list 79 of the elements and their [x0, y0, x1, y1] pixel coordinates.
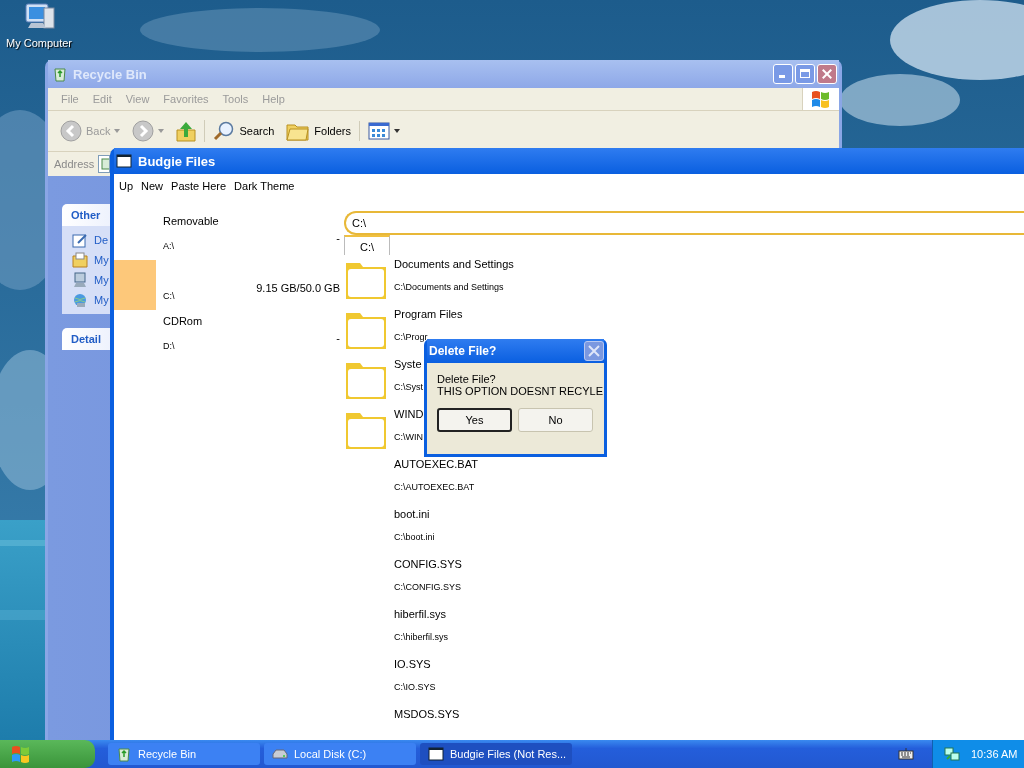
taskbar-button[interactable]: Recycle Bin: [108, 743, 260, 765]
panel-header[interactable]: Other: [62, 204, 110, 226]
taskbar-button[interactable]: Local Disk (C:): [264, 743, 416, 765]
file-path: C:\boot.ini: [394, 532, 435, 542]
minimize-button[interactable]: [773, 64, 793, 84]
drive-icon: [272, 748, 288, 760]
panel-header[interactable]: Detail: [62, 328, 110, 350]
drive-usage: 9.15 GB/50.0 GB: [256, 282, 341, 294]
file-path: C:\Syst: [394, 382, 423, 392]
caret-icon: [158, 129, 165, 133]
file-path: C:\IO.SYS: [394, 682, 436, 692]
folders-button[interactable]: Folders: [282, 121, 360, 141]
network-icon[interactable]: [943, 746, 961, 762]
windows-logo-icon: [10, 744, 32, 764]
file-name[interactable]: MSDOS.SYS: [394, 708, 460, 720]
start-button[interactable]: [0, 740, 95, 768]
up-folder-icon: [176, 120, 197, 142]
address-field[interactable]: [98, 155, 111, 173]
panel-link[interactable]: My: [94, 294, 109, 306]
search-icon: [213, 121, 236, 141]
window-title: Budgie Files: [138, 153, 216, 169]
windows-logo-icon: [810, 89, 832, 109]
recycle-bin-icon: [116, 746, 132, 762]
file-name[interactable]: Syste: [394, 358, 423, 370]
drive-name[interactable]: CDRom: [163, 315, 337, 329]
folder-icon: [72, 252, 88, 268]
path-field[interactable]: C:\: [344, 211, 1024, 235]
drive-path[interactable]: D:\: [163, 341, 337, 351]
menu-item[interactable]: Dark Theme: [234, 180, 295, 192]
drive-path[interactable]: C:\: [163, 291, 257, 301]
dialog-message: THIS OPTION DOESNT RECYLE: [437, 385, 604, 397]
close-button[interactable]: [584, 341, 604, 361]
drive-usage: -: [336, 232, 341, 244]
window-title: Recycle Bin: [73, 66, 148, 82]
address-label: Address: [54, 158, 95, 170]
menu-item[interactable]: New: [141, 180, 164, 192]
file-path: C:\AUTOEXEC.BAT: [394, 482, 476, 492]
file-name[interactable]: hiberfil.sys: [394, 608, 448, 620]
taskbar-button[interactable]: Budgie Files (Not Res...: [420, 743, 572, 765]
desktop-icon-label[interactable]: My Computer: [6, 37, 72, 49]
computer-icon: [72, 272, 88, 288]
views-icon: [368, 122, 390, 140]
globe-icon: [72, 292, 88, 308]
drive-usage: -: [336, 332, 341, 344]
dialog-message: Delete File?: [437, 373, 497, 385]
pencil-icon: [72, 232, 88, 248]
window-icon: [428, 747, 444, 761]
menu-item[interactable]: Paste Here: [171, 180, 227, 192]
file-name[interactable]: boot.ini: [394, 508, 435, 520]
panel-link[interactable]: My: [94, 274, 109, 286]
keyboard-icon[interactable]: [898, 748, 914, 760]
clock: 10:36 AM: [971, 748, 1018, 760]
maximize-button[interactable]: [795, 64, 815, 84]
search-button[interactable]: Search: [209, 121, 279, 141]
file-path: C:\Progr: [394, 332, 429, 342]
file-name[interactable]: Program Files: [394, 308, 463, 320]
file-path: C:\WIN: [394, 432, 424, 442]
file-name[interactable]: CONFIG.SYS: [394, 558, 462, 570]
dialog-button[interactable]: No: [518, 408, 593, 432]
file-name[interactable]: Documents and Settings: [394, 258, 514, 270]
caret-icon: [114, 129, 121, 133]
folder-icon: [286, 121, 311, 141]
panel-link[interactable]: My: [94, 254, 109, 266]
panel-link[interactable]: De: [94, 234, 109, 246]
menu-item[interactable]: Up: [119, 180, 134, 192]
file-path: C:\Documents and Settings: [394, 282, 505, 292]
dialog-button[interactable]: Yes: [437, 408, 512, 432]
file-name[interactable]: AUTOEXEC.BAT: [394, 458, 478, 470]
recycle-bin-icon: [52, 66, 68, 82]
drive-name[interactable]: Removable: [163, 215, 337, 229]
window-icon: [116, 154, 132, 168]
tab[interactable]: C:\: [344, 235, 390, 255]
file-path: C:\hiberfil.sys: [394, 632, 448, 642]
file-path: C:\CONFIG.SYS: [394, 582, 462, 592]
dialog-title: Delete File?: [429, 344, 497, 358]
file-name[interactable]: IO.SYS: [394, 658, 436, 670]
caret-icon: [394, 129, 400, 133]
file-name[interactable]: WIND: [394, 408, 424, 420]
drive-path[interactable]: A:\: [163, 241, 337, 251]
